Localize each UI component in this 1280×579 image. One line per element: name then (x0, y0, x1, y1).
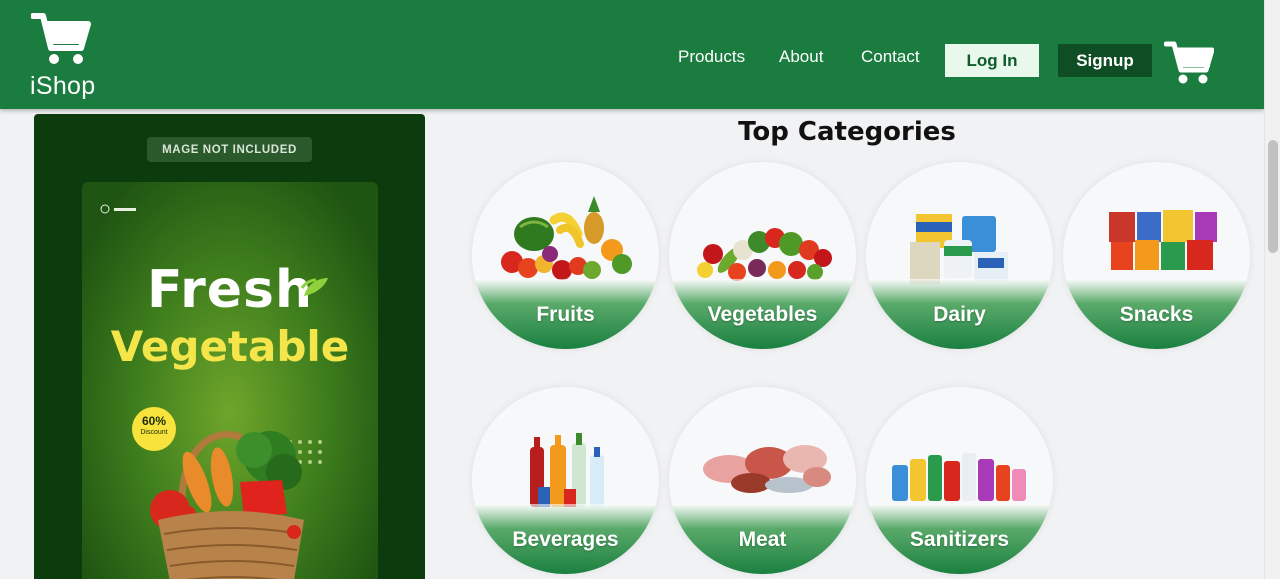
vegetable-basket-illustration (150, 431, 322, 579)
nav-products-link[interactable]: Products (678, 47, 745, 67)
top-categories-title: Top Categories (738, 117, 956, 147)
fruits-image (501, 196, 632, 280)
page-scrollbar[interactable] (1264, 0, 1280, 579)
leaf-icon (300, 278, 328, 296)
site-header: iShop Products About Contact Log In Sign… (0, 0, 1264, 109)
poster-title-fresh: Fresh (146, 260, 314, 320)
category-card-snacks[interactable]: Snacks (1063, 162, 1250, 349)
login-button[interactable]: Log In (945, 44, 1039, 77)
category-label: Vegetables (707, 303, 818, 326)
category-card-vegetables[interactable]: Vegetables (669, 162, 856, 349)
scrollbar-thumb[interactable] (1268, 140, 1278, 253)
category-label: Snacks (1119, 303, 1194, 326)
category-card-beverages[interactable]: Beverages (472, 387, 659, 574)
brand-name: iShop (30, 72, 96, 100)
category-label: Beverages (512, 528, 619, 551)
category-label: Dairy (933, 303, 986, 326)
nav-contact-link[interactable]: Contact (861, 47, 920, 67)
meat-image (703, 445, 831, 493)
image-not-included-badge: MAGE NOT INCLUDED (147, 137, 312, 162)
category-label: Fruits (536, 303, 595, 326)
category-card-meat[interactable]: Meat (669, 387, 856, 574)
cart-icon[interactable] (1164, 40, 1214, 85)
category-card-dairy[interactable]: Dairy (866, 162, 1053, 349)
shopping-cart-icon (31, 13, 91, 64)
nav-about-link[interactable]: About (779, 47, 823, 67)
poster-brand-icon (100, 204, 136, 214)
category-card-fruits[interactable]: Fruits (472, 162, 659, 349)
snacks-image (1109, 210, 1217, 270)
vegetables-image (697, 228, 832, 281)
category-label: Sanitizers (909, 528, 1010, 551)
brand-logo[interactable]: iShop (30, 12, 96, 101)
category-card-sanitizers[interactable]: Sanitizers (866, 387, 1053, 574)
category-label: Meat (738, 528, 787, 551)
beverages-image (530, 433, 604, 507)
promo-poster: Fresh Vegetable 60% Discount (82, 182, 378, 579)
dairy-image (910, 214, 1008, 284)
signup-button[interactable]: Signup (1058, 44, 1152, 77)
sanitizers-image (892, 453, 1026, 501)
poster-title-vegetable: Vegetable (110, 322, 350, 371)
promo-banner[interactable]: MAGE NOT INCLUDED Fresh Vegetable 60% Di… (34, 114, 425, 579)
